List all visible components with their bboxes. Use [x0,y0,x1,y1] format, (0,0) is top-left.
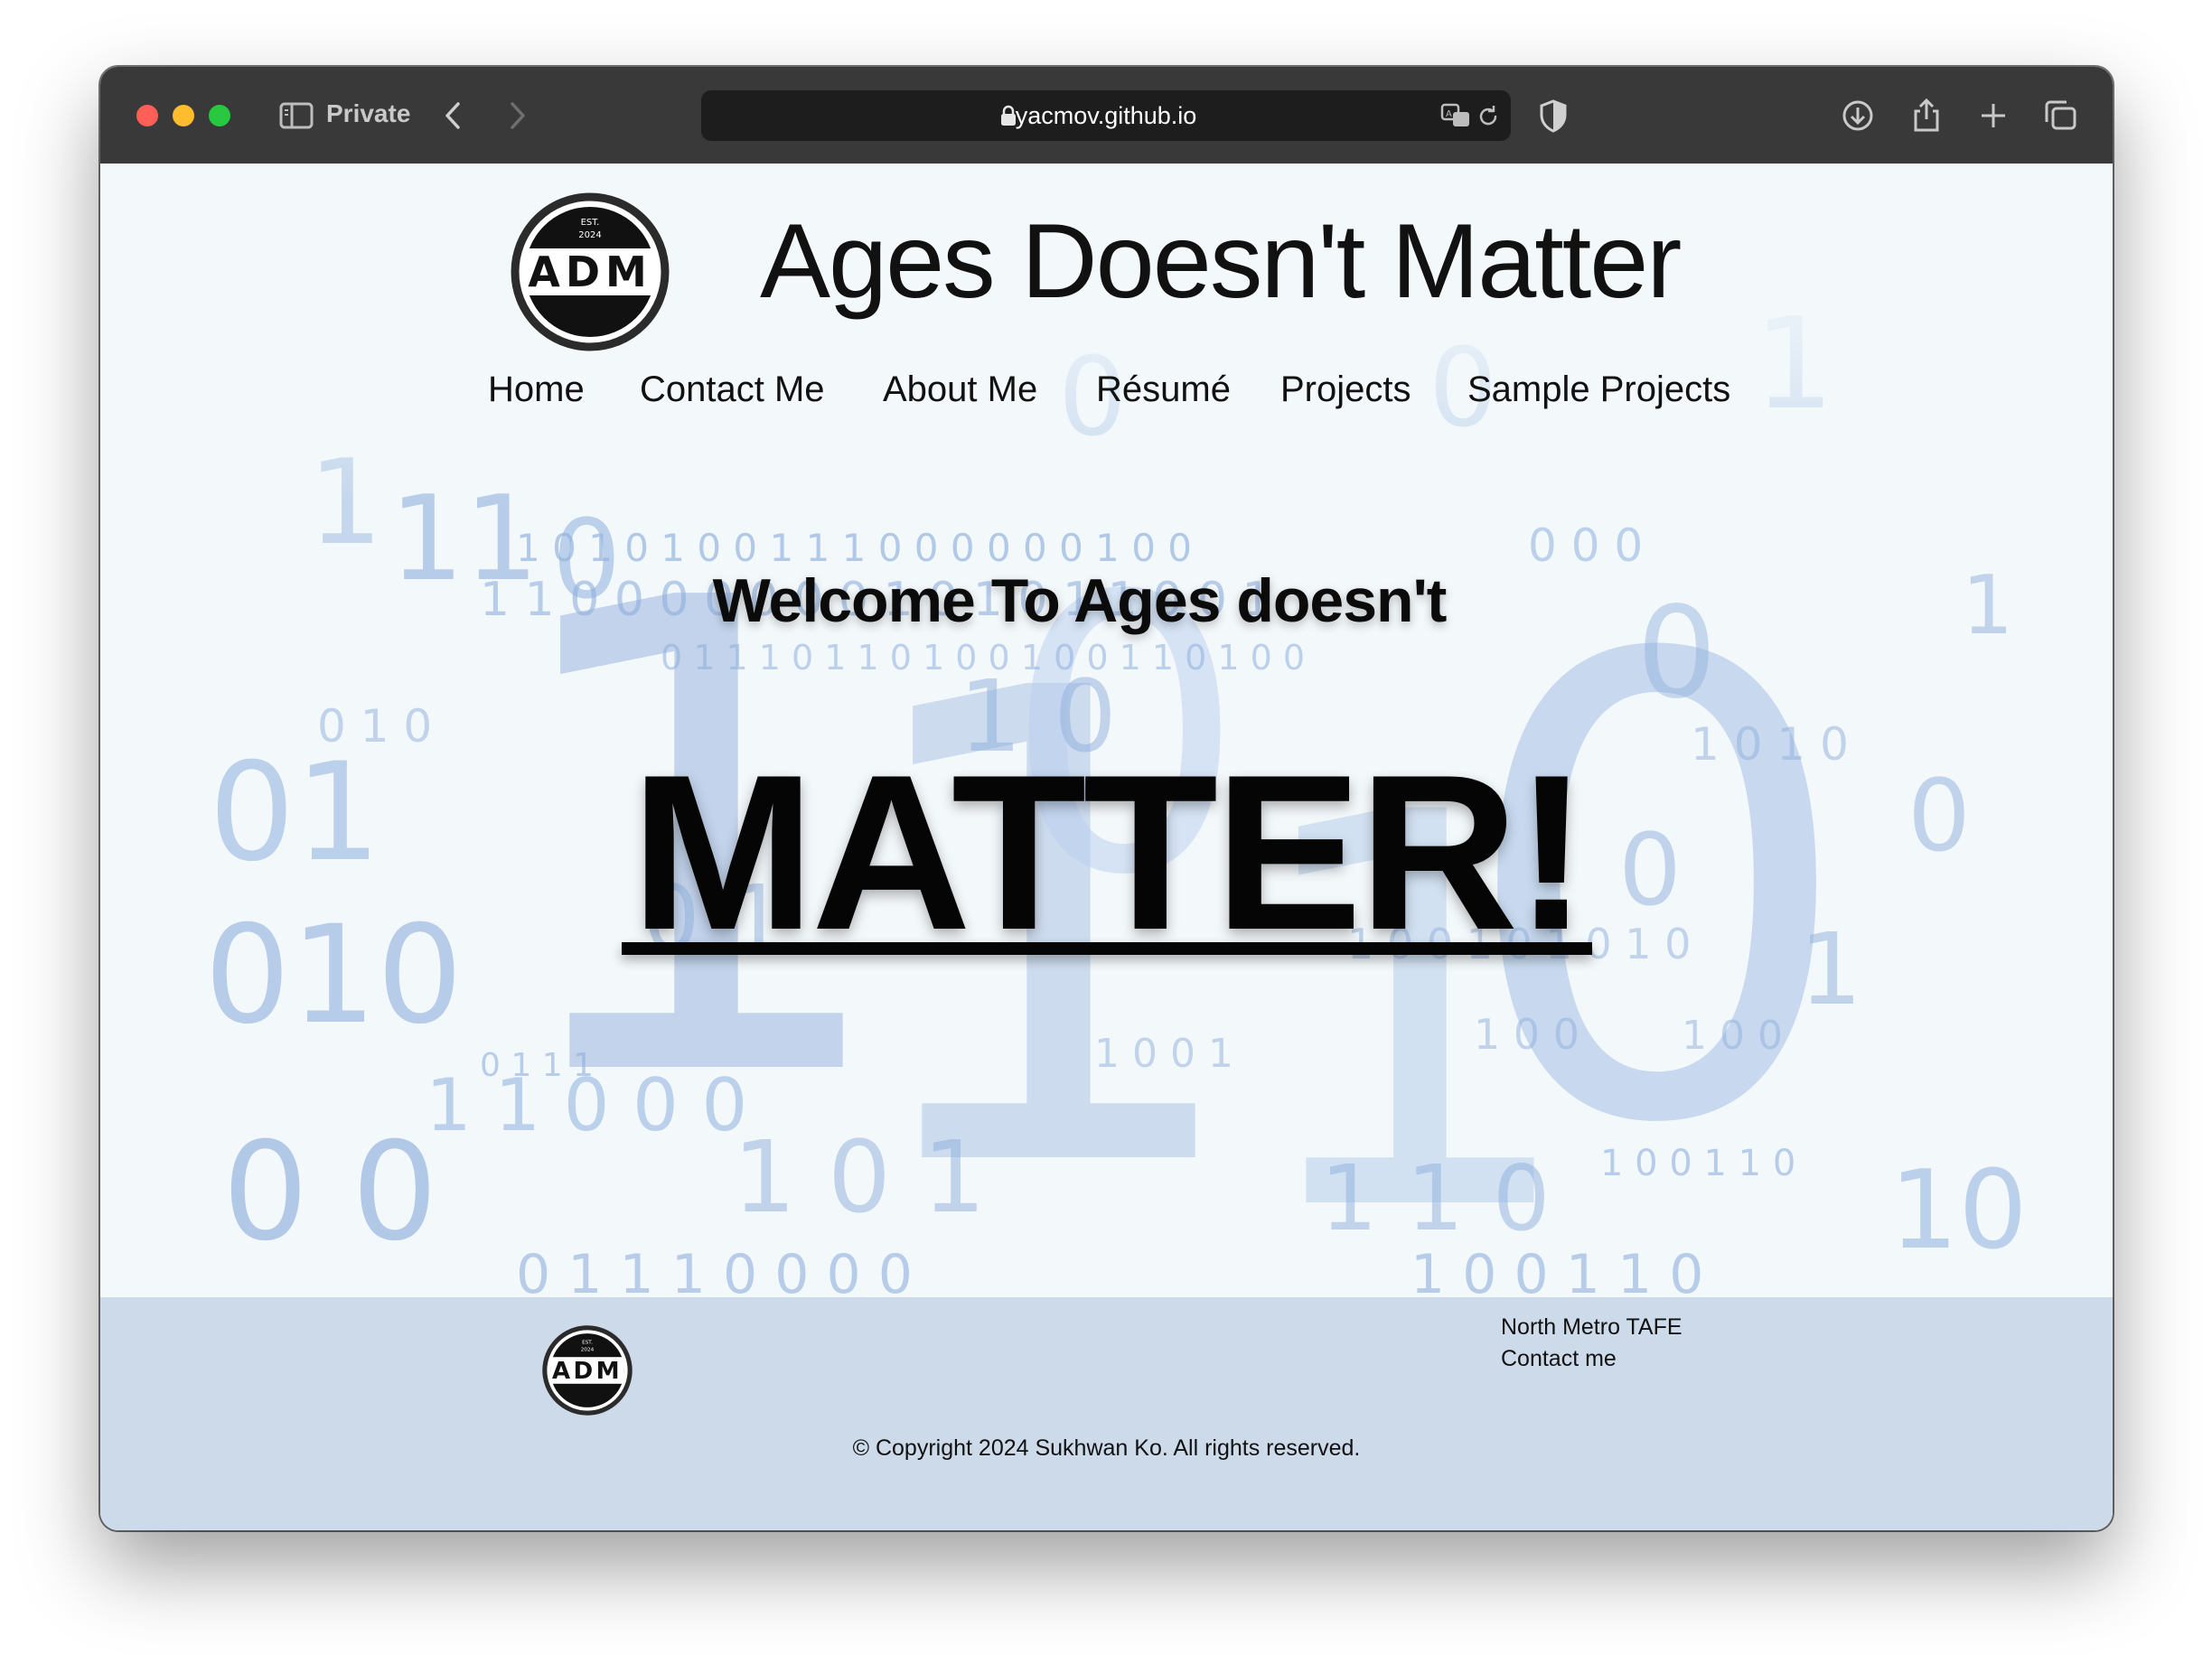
svg-text:ADM: ADM [552,1358,623,1385]
back-icon[interactable] [435,97,473,135]
nav-home[interactable]: Home [488,369,585,410]
footer-link-contact-me[interactable]: Contact me [1501,1343,1682,1375]
main-nav: Home Contact Me About Me Résumé Projects… [100,369,2113,424]
zoom-window-button[interactable] [209,105,230,126]
nav-contact-me[interactable]: Contact Me [640,369,825,410]
browser-toolbar: Private yacmov.github.io A [100,67,2113,164]
web-page: 1 1 0 1 0 0 0 010 01 11 0 10 1 0 1 0 1 0… [100,164,2113,1530]
reload-icon[interactable] [1475,103,1502,130]
nav-sample-projects[interactable]: Sample Projects [1467,369,1730,410]
minimize-window-button[interactable] [173,105,194,126]
matter-headline: MATTER! [630,728,1589,976]
svg-text:EST.: EST. [582,1340,593,1345]
svg-text:2024: 2024 [578,230,601,240]
url-text: yacmov.github.io [1015,102,1197,129]
svg-text:2024: 2024 [581,1347,595,1352]
nav-projects[interactable]: Projects [1280,369,1411,410]
site-title: Ages Doesn't Matter [760,201,1682,320]
nav-about-me[interactable]: About Me [883,369,1037,410]
address-bar[interactable]: yacmov.github.io A [701,90,1511,141]
site-logo[interactable]: EST. 2024 ADM [511,192,670,351]
browser-window: Private yacmov.github.io A EST. 2024 ADM… [100,67,2113,1530]
new-tab-icon[interactable] [1974,97,2012,135]
footer-links: North Metro TAFE Contact me [1501,1312,1682,1375]
close-window-button[interactable] [136,105,158,126]
private-label: Private [326,99,411,127]
nav-resume[interactable]: Résumé [1096,369,1231,410]
download-icon[interactable] [1839,97,1877,135]
svg-text:A: A [1446,109,1452,119]
forward-icon[interactable] [498,97,536,135]
svg-text:ADM: ADM [528,248,652,296]
footer-link-north-metro-tafe[interactable]: North Metro TAFE [1501,1312,1682,1343]
site-footer: EST. 2024 ADM North Metro TAFE Contact m… [100,1297,2113,1530]
tab-overview-icon[interactable] [2041,97,2079,135]
svg-text:EST.: EST. [581,218,600,228]
welcome-heading: Welcome To Ages doesn't [712,566,1448,635]
share-icon[interactable] [1907,97,1945,135]
headline-underline [622,942,1592,955]
footer-logo[interactable]: EST. 2024 ADM [542,1325,633,1416]
copyright-text: © Copyright 2024 Sukhwan Ko. All rights … [852,1435,1361,1461]
translate-icon[interactable]: A [1440,101,1473,130]
privacy-shield-icon[interactable] [1534,97,1572,135]
sidebar-icon[interactable] [277,97,315,135]
